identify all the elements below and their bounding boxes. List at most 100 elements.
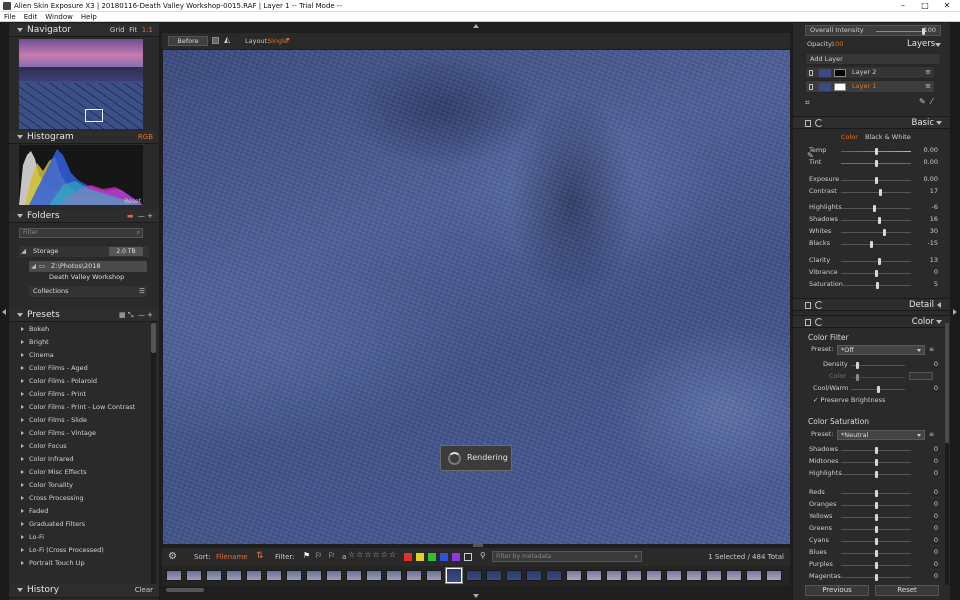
filmstrip-thumbnail[interactable] [726, 570, 742, 581]
slider-knob[interactable] [875, 177, 878, 184]
preserve-checkbox[interactable]: ✓ Preserve Brightness [813, 396, 885, 405]
preset-item[interactable]: Portrait Touch Up [9, 557, 149, 570]
preset-item[interactable]: Color Films - Polaroid [9, 375, 149, 388]
preset-item[interactable]: Color Films - Aged [9, 362, 149, 375]
visibility-icon[interactable] [809, 84, 813, 90]
color-label-blue[interactable] [440, 553, 448, 561]
slider-knob[interactable] [875, 502, 878, 509]
slider-knob[interactable] [875, 538, 878, 545]
chevron-left-icon[interactable] [937, 302, 941, 308]
folders-header[interactable]: Folders ▬ — + [9, 210, 159, 223]
adjustment-slider[interactable] [841, 229, 911, 236]
filmstrip[interactable] [162, 566, 790, 586]
expand-triangle-icon[interactable] [21, 340, 24, 344]
expand-triangle-icon[interactable] [21, 496, 24, 500]
filmstrip-thumbnail[interactable] [546, 570, 562, 581]
filmstrip-thumbnail[interactable] [186, 570, 202, 581]
color-label-none[interactable] [464, 553, 472, 561]
adjustment-slider[interactable] [841, 550, 911, 557]
close-button[interactable]: ✕ [936, 0, 958, 12]
tab-black-white[interactable]: Black & White [865, 133, 911, 142]
adjustment-slider[interactable] [841, 217, 911, 224]
navigator-viewport-box[interactable] [85, 109, 103, 122]
adjustment-slider[interactable] [841, 177, 911, 184]
remove-preset-button[interactable]: — [138, 311, 145, 319]
filmstrip-thumbnail[interactable] [366, 570, 382, 581]
slider-knob[interactable] [875, 459, 878, 466]
slider-knob[interactable] [875, 550, 878, 557]
expand-triangle-icon[interactable] [21, 535, 24, 539]
expand-triangle-icon[interactable] [21, 457, 24, 461]
collections-row[interactable]: Collections ☰ [29, 286, 147, 297]
filmstrip-thumbnail[interactable] [686, 570, 702, 581]
histogram-mode[interactable]: RGB [138, 131, 153, 144]
adjustment-slider[interactable] [841, 562, 911, 569]
preset-item[interactable]: Bright [9, 336, 149, 349]
menu-help[interactable]: Help [81, 13, 97, 21]
layer-menu-icon[interactable]: ≡ [925, 82, 931, 90]
preset-scrollbar[interactable] [151, 321, 156, 585]
layer-menu-icon[interactable]: ≡ [925, 68, 931, 76]
expand-triangle-icon[interactable] [21, 431, 24, 435]
collapse-right-icon[interactable] [953, 309, 957, 315]
filmstrip-thumbnail[interactable] [666, 570, 682, 581]
filmstrip-thumbnail[interactable] [306, 570, 322, 581]
zoom-1to1[interactable]: 1:1 [142, 26, 153, 34]
adjustment-slider[interactable] [841, 526, 911, 533]
slider-knob[interactable] [876, 282, 879, 289]
filmstrip-thumbnail[interactable] [526, 570, 542, 581]
filmstrip-thumbnail[interactable] [506, 570, 522, 581]
collections-menu-icon[interactable]: ☰ [139, 286, 145, 297]
panel-toggle-icon[interactable] [805, 319, 811, 326]
filmstrip-thumbnail[interactable] [445, 567, 463, 584]
chevron-down-icon[interactable] [286, 38, 290, 41]
histogram-reset[interactable]: Reset [124, 198, 141, 205]
history-clear[interactable]: Clear [135, 584, 153, 597]
preset-item[interactable]: Color Focus [9, 440, 149, 453]
metadata-tag-icon[interactable]: ⚲ [480, 551, 486, 560]
reset-button[interactable]: Reset [875, 585, 939, 596]
slider-knob[interactable] [856, 374, 859, 381]
color-label-green[interactable] [428, 553, 436, 561]
preset-item[interactable]: Color Tonality [9, 479, 149, 492]
adjustment-slider[interactable] [841, 205, 911, 212]
reset-icon[interactable] [815, 301, 823, 309]
expand-triangle-icon[interactable] [21, 483, 24, 487]
add-preset-button[interactable]: + [147, 311, 153, 319]
opacity-select[interactable]: 100 [831, 40, 843, 49]
slider-knob[interactable] [875, 148, 878, 155]
gear-icon[interactable]: ⚙ [168, 551, 177, 562]
slider-knob[interactable] [875, 574, 878, 581]
flag-pick-icon[interactable]: ⚑ [303, 551, 310, 560]
expand-triangle-icon[interactable] [21, 353, 24, 357]
grid-view-icon[interactable]: ▦ [119, 311, 126, 319]
filmstrip-resize-handle[interactable] [473, 544, 483, 547]
adjustment-slider[interactable] [841, 258, 911, 265]
color-label-yellow[interactable] [416, 553, 424, 561]
crop-icon[interactable]: ⌗ [805, 98, 810, 108]
folder-open-icon[interactable]: ▬ [127, 212, 134, 220]
expand-icon[interactable]: ◢ [31, 261, 36, 272]
preset-item[interactable]: Color Films - Slide [9, 414, 149, 427]
collapse-triangle-icon[interactable] [17, 588, 23, 592]
filmstrip-thumbnail[interactable] [286, 570, 302, 581]
slider-knob[interactable] [875, 270, 878, 277]
color-swatch[interactable] [909, 372, 933, 380]
preset-menu-icon[interactable]: ≡ [929, 346, 934, 353]
compare-icon[interactable]: ◭ [224, 35, 230, 44]
adjustment-slider[interactable] [841, 270, 911, 277]
preset-item[interactable]: Bokeh [9, 323, 149, 336]
chevron-down-icon[interactable] [936, 320, 942, 324]
preset-item[interactable]: Color Infrared [9, 453, 149, 466]
preset-item[interactable]: Graduated Filters [9, 518, 149, 531]
filmstrip-thumbnail[interactable] [206, 570, 222, 581]
adjustment-slider[interactable] [841, 189, 911, 196]
adjustment-slider[interactable] [841, 574, 911, 581]
filmstrip-thumbnail[interactable] [226, 570, 242, 581]
histogram-header[interactable]: Histogram RGB [9, 131, 159, 144]
filmstrip-thumbnail[interactable] [566, 570, 582, 581]
chevron-down-icon[interactable] [935, 43, 941, 47]
color-label-purple[interactable] [452, 553, 460, 561]
slider-knob[interactable] [875, 562, 878, 569]
layer-row-1[interactable]: Layer 1 ≡ [805, 80, 935, 93]
